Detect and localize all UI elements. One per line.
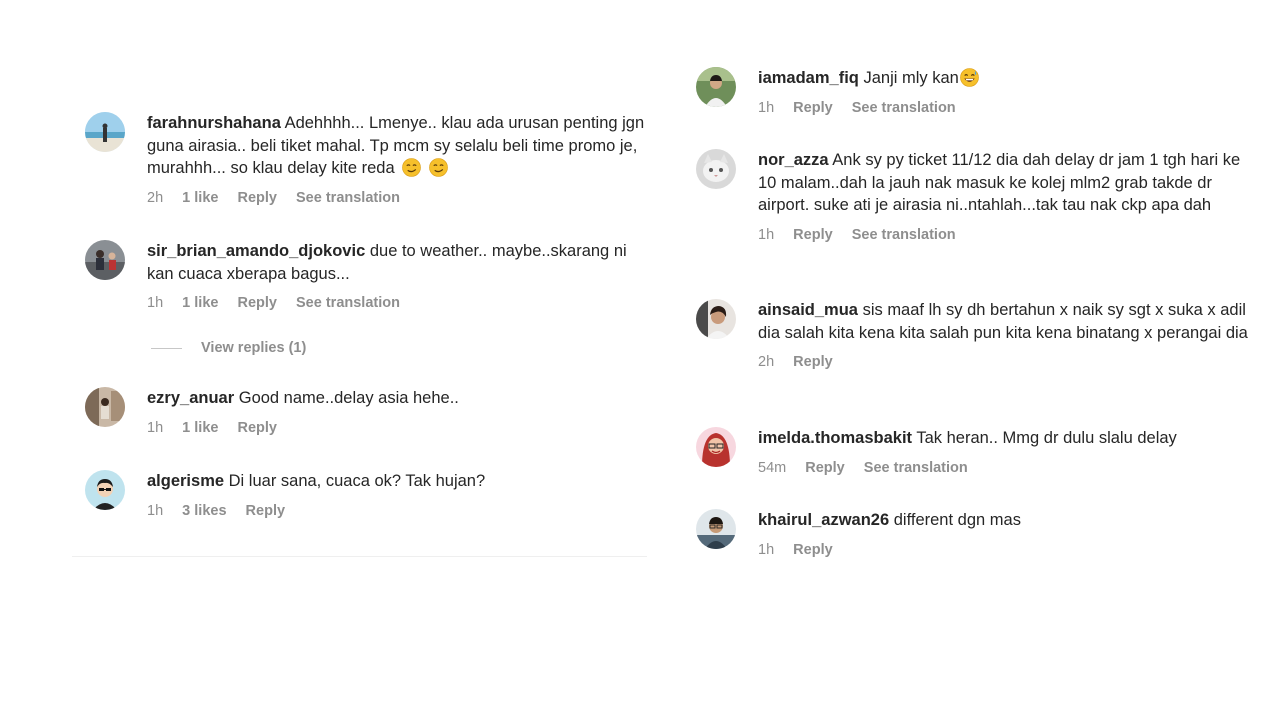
view-replies-button[interactable]: View replies (1) bbox=[151, 340, 306, 356]
comment-meta: 2h 1 like Reply See translation bbox=[147, 189, 645, 207]
see-translation-button[interactable]: See translation bbox=[852, 100, 956, 116]
smirk-face-icon bbox=[402, 158, 422, 177]
comment-text: Good name..delay asia hehe.. bbox=[238, 389, 459, 407]
comment-username[interactable]: iamadam_fiq bbox=[758, 69, 859, 87]
reply-button[interactable]: Reply bbox=[793, 542, 833, 558]
comment-meta: 1h 3 likes Reply bbox=[147, 502, 645, 520]
reply-button[interactable]: Reply bbox=[237, 420, 277, 436]
reply-button[interactable]: Reply bbox=[793, 354, 833, 370]
comment-body: ezry_anuar Good name..delay asia hehe.. … bbox=[147, 387, 645, 437]
reply-button[interactable]: Reply bbox=[793, 227, 833, 243]
see-translation-button[interactable]: See translation bbox=[296, 295, 400, 311]
comment-body: iamadam_fiq Janji mly kan 1h Reply See t… bbox=[758, 67, 1256, 117]
avatar[interactable] bbox=[696, 299, 736, 339]
comment-likes[interactable]: 1 like bbox=[182, 190, 218, 206]
comment-body: imelda.thomasbakit Tak heran.. Mmg dr du… bbox=[758, 427, 1256, 477]
comment-time: 1h bbox=[147, 502, 164, 519]
comment-username[interactable]: farahnurshahana bbox=[147, 114, 281, 132]
comment-text-block: farahnurshahana Adehhhh... Lmenye.. klau… bbox=[147, 112, 645, 180]
reply-button[interactable]: Reply bbox=[246, 503, 286, 519]
comment-likes[interactable]: 1 like bbox=[182, 295, 218, 311]
comment-text-block: ezry_anuar Good name..delay asia hehe.. bbox=[147, 387, 645, 410]
reply-button[interactable]: Reply bbox=[237, 190, 277, 206]
comment-body: farahnurshahana Adehhhh... Lmenye.. klau… bbox=[147, 112, 645, 207]
comment-text-block: khairul_azwan26 different dgn mas bbox=[758, 509, 1256, 532]
comment-body: algerisme Di luar sana, cuaca ok? Tak hu… bbox=[147, 470, 645, 520]
comment-text: Janji mly kan bbox=[863, 69, 959, 87]
reply-button[interactable]: Reply bbox=[793, 100, 833, 116]
comment-text-block: algerisme Di luar sana, cuaca ok? Tak hu… bbox=[147, 470, 645, 493]
comment-time: 1h bbox=[147, 295, 164, 311]
comment-body: khairul_azwan26 different dgn mas 1h Rep… bbox=[758, 509, 1256, 559]
grinning-sweat-face-icon bbox=[960, 68, 979, 87]
comment-meta: 1h 1 like Reply bbox=[147, 419, 645, 437]
comment-meta: 1h Reply bbox=[758, 541, 1256, 559]
comment-body: nor_azza Ank sy py ticket 11/12 dia dah … bbox=[758, 149, 1256, 244]
avatar[interactable] bbox=[85, 470, 125, 510]
comment-time: 2h bbox=[147, 189, 164, 206]
comment-text-block: iamadam_fiq Janji mly kan bbox=[758, 67, 1256, 90]
comment-text-block: sir_brian_amando_djokovic due to weather… bbox=[147, 240, 645, 285]
reply-button[interactable]: Reply bbox=[237, 295, 277, 311]
comment-meta: 1h Reply See translation bbox=[758, 99, 1256, 117]
comment-text-block: nor_azza Ank sy py ticket 11/12 dia dah … bbox=[758, 149, 1256, 217]
comment-text: different dgn mas bbox=[893, 511, 1021, 529]
comment-time: 54m bbox=[758, 459, 787, 476]
avatar[interactable] bbox=[696, 67, 736, 107]
comment-username[interactable]: khairul_azwan26 bbox=[758, 511, 889, 529]
see-translation-button[interactable]: See translation bbox=[864, 460, 968, 476]
avatar[interactable] bbox=[696, 149, 736, 189]
comment-meta: 54m Reply See translation bbox=[758, 459, 1256, 477]
comment-time: 1h bbox=[758, 99, 775, 116]
see-translation-button[interactable]: See translation bbox=[296, 190, 400, 206]
reply-button[interactable]: Reply bbox=[805, 460, 845, 476]
comment-username[interactable]: ainsaid_mua bbox=[758, 301, 858, 319]
comment-text: Ank sy py ticket 11/12 dia dah delay dr … bbox=[758, 151, 1241, 214]
comment-text-block: imelda.thomasbakit Tak heran.. Mmg dr du… bbox=[758, 427, 1256, 450]
comment-text-block: ainsaid_mua sis maaf lh sy dh bertahun x… bbox=[758, 299, 1256, 344]
section-divider bbox=[72, 556, 647, 557]
comment-username[interactable]: imelda.thomasbakit bbox=[758, 429, 912, 447]
comment-meta: 1h 1 like Reply See translation bbox=[147, 294, 645, 312]
comment-username[interactable]: algerisme bbox=[147, 472, 224, 490]
comment-meta: 2h Reply bbox=[758, 353, 1256, 371]
comment-username[interactable]: ezry_anuar bbox=[147, 389, 234, 407]
comment-likes[interactable]: 3 likes bbox=[182, 503, 226, 519]
avatar[interactable] bbox=[85, 112, 125, 152]
comment-meta: 1h Reply See translation bbox=[758, 226, 1256, 244]
comment-likes[interactable]: 1 like bbox=[182, 420, 218, 436]
comment-text: Di luar sana, cuaca ok? Tak hujan? bbox=[228, 472, 486, 490]
avatar[interactable] bbox=[85, 240, 125, 280]
comment-time: 2h bbox=[758, 354, 775, 370]
comment-text: Tak heran.. Mmg dr dulu slalu delay bbox=[916, 429, 1177, 447]
comment-username[interactable]: nor_azza bbox=[758, 151, 829, 169]
comment-body: ainsaid_mua sis maaf lh sy dh bertahun x… bbox=[758, 299, 1256, 371]
avatar[interactable] bbox=[85, 387, 125, 427]
comment-time: 1h bbox=[758, 226, 775, 243]
comment-body: sir_brian_amando_djokovic due to weather… bbox=[147, 240, 645, 312]
see-translation-button[interactable]: See translation bbox=[852, 227, 956, 243]
comment-time: 1h bbox=[147, 419, 164, 436]
avatar[interactable] bbox=[696, 509, 736, 549]
smirk-face-icon bbox=[429, 158, 448, 177]
view-replies-line bbox=[151, 347, 182, 349]
view-replies-label: View replies (1) bbox=[201, 340, 307, 356]
comment-username[interactable]: sir_brian_amando_djokovic bbox=[147, 242, 365, 260]
comment-time: 1h bbox=[758, 541, 775, 558]
avatar[interactable] bbox=[696, 427, 736, 467]
